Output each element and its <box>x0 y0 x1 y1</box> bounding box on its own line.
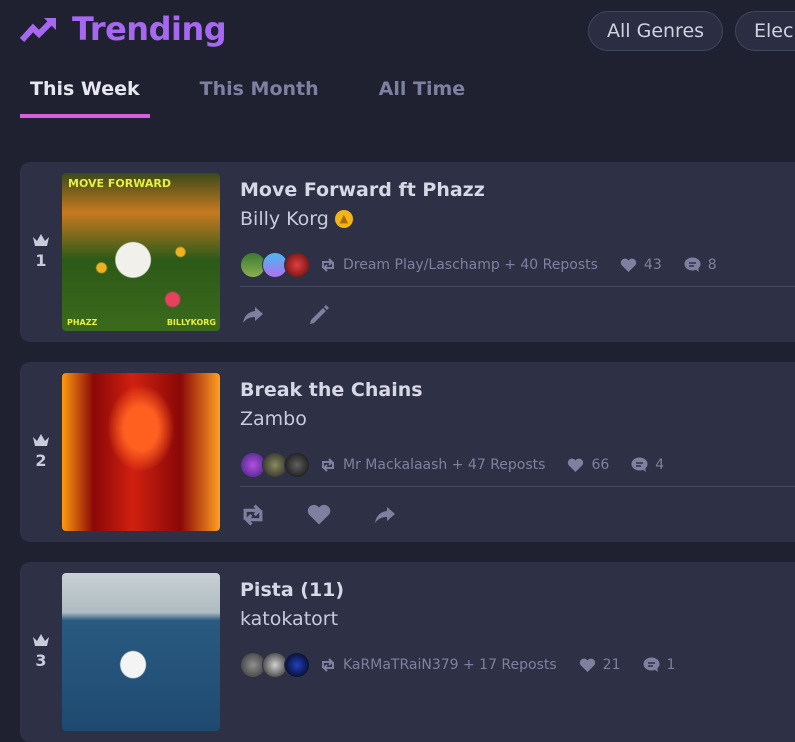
share-icon <box>375 507 395 523</box>
track-title[interactable]: Move Forward ft Phazz <box>240 179 485 201</box>
share-icon <box>243 307 263 323</box>
artist-name[interactable]: katokatort <box>240 608 338 630</box>
trending-up-icon <box>20 18 56 42</box>
like-button[interactable] <box>306 502 332 528</box>
edit-button[interactable] <box>306 302 332 328</box>
crown-icon <box>33 634 49 646</box>
verified-badge-icon: ▲ <box>334 210 353 228</box>
comment-icon <box>631 457 648 472</box>
crown-icon <box>33 434 49 446</box>
track-title[interactable]: Break the Chains <box>240 379 423 401</box>
tab-this-month[interactable]: This Month <box>190 78 329 118</box>
divider <box>240 286 795 287</box>
avatar[interactable] <box>284 252 310 278</box>
comments-count[interactable]: 1 <box>667 657 676 673</box>
track-card[interactable]: 3 Pista (11) katokatort KaRMaTRaiN379 + … <box>20 562 795 742</box>
artwork-left-text: PHAZZ <box>67 318 98 327</box>
comment-icon <box>684 257 701 272</box>
genre-pill-all[interactable]: All Genres <box>588 11 724 51</box>
comments-count[interactable]: 8 <box>708 257 717 273</box>
artist-name[interactable]: Billy Korg <box>240 208 329 230</box>
repost-icon <box>243 504 263 526</box>
track-artwork[interactable] <box>62 573 220 731</box>
rank: 3 <box>30 632 52 670</box>
time-range-tabs: This Week This Month All Time <box>20 78 515 118</box>
reposts-text[interactable]: KaRMaTRaiN379 + 17 Reposts <box>343 657 557 673</box>
rank-number: 1 <box>35 251 47 270</box>
artwork-title-text: MOVE FORWARD <box>68 177 171 190</box>
avatar[interactable] <box>284 652 310 678</box>
pencil-icon <box>310 305 329 324</box>
tab-all-time[interactable]: All Time <box>369 78 476 118</box>
likes-count[interactable]: 43 <box>644 257 662 273</box>
track-artwork[interactable]: MOVE FORWARD PHAZZ BILLYKORG <box>62 173 220 331</box>
tab-this-week[interactable]: This Week <box>20 78 150 118</box>
rank: 2 <box>30 432 52 470</box>
page-header: Trending <box>20 10 227 48</box>
heart-icon <box>307 504 331 525</box>
track-artwork[interactable] <box>62 373 220 531</box>
heart-icon <box>568 458 584 472</box>
track-card[interactable]: 2 Break the Chains Zambo Mr Mackalaash +… <box>20 362 795 542</box>
genre-pill-electronic[interactable]: Elec <box>735 11 795 51</box>
heart-icon <box>579 658 595 672</box>
comments-count[interactable]: 4 <box>655 457 664 473</box>
comment-icon <box>643 657 659 672</box>
repost-button[interactable] <box>240 502 266 528</box>
share-button[interactable] <box>372 502 398 528</box>
rank-number: 2 <box>35 451 47 470</box>
divider <box>240 486 795 487</box>
repost-icon <box>322 458 334 472</box>
artist-name[interactable]: Zambo <box>240 408 307 430</box>
page-title: Trending <box>72 10 227 48</box>
avatar[interactable] <box>284 452 310 478</box>
crown-icon <box>33 234 49 246</box>
reposts-text[interactable]: Mr Mackalaash + 47 Reposts <box>343 457 545 473</box>
likes-count[interactable]: 21 <box>603 657 621 673</box>
track-card[interactable]: 1 MOVE FORWARD PHAZZ BILLYKORG Move Forw… <box>20 162 795 342</box>
track-title[interactable]: Pista (11) <box>240 579 344 601</box>
reposts-text[interactable]: Dream Play/Laschamp + 40 Reposts <box>343 257 598 273</box>
artwork-right-text: BILLYKORG <box>166 318 216 327</box>
share-button[interactable] <box>240 302 266 328</box>
repost-icon <box>322 658 334 672</box>
rank-number: 3 <box>35 651 47 670</box>
repost-icon <box>322 258 334 272</box>
rank: 1 <box>30 232 52 270</box>
likes-count[interactable]: 66 <box>591 457 609 473</box>
heart-icon <box>620 258 637 272</box>
